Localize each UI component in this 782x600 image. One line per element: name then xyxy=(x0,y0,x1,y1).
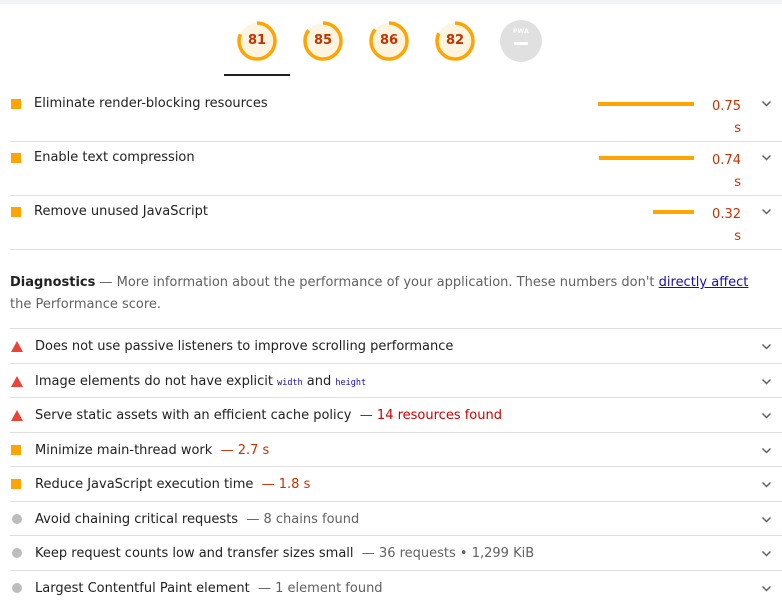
display-value-text: 36 requests • 1,299 KiB xyxy=(378,546,535,561)
gauge-score: 86 xyxy=(379,33,399,48)
chevron-down-icon[interactable] xyxy=(761,445,772,456)
diagnostic-row[interactable]: Keep request counts low and transfer siz… xyxy=(10,536,782,571)
fail-triangle-icon xyxy=(11,410,23,421)
info-circle-icon xyxy=(12,513,22,524)
average-square-icon xyxy=(11,99,21,109)
chevron-down-icon[interactable] xyxy=(761,98,772,109)
diagnostic-title-text: Image elements do not have explicit xyxy=(35,373,278,389)
code-width: width xyxy=(277,377,303,388)
chevron-down-icon[interactable] xyxy=(761,410,772,421)
chevron-down-icon[interactable] xyxy=(761,583,772,594)
info-circle-icon xyxy=(12,548,22,558)
diagnostic-row[interactable]: Avoid chaining critical requests — 8 cha… xyxy=(10,502,782,536)
display-value-text: 2.7 s xyxy=(237,442,270,458)
separator-dash: — xyxy=(359,408,373,423)
diagnostics-heading: Diagnostics xyxy=(10,275,96,290)
diagnostic-display-value: — 36 requests • 1,299 KiB xyxy=(354,546,535,561)
diagnostic-display-value: — 8 chains found xyxy=(238,512,359,527)
diagnostic-title-text: Minimize main-thread work xyxy=(35,442,213,458)
separator-dash: — xyxy=(361,546,375,561)
diagnostic-row[interactable]: Minimize main-thread work — 2.7 s xyxy=(10,433,782,467)
separator-dash: — xyxy=(261,477,275,492)
diagnostic-title-text: Keep request counts low and transfer siz… xyxy=(35,546,354,561)
diagnostic-title-text: Serve static assets with an efficient ca… xyxy=(35,408,352,423)
opportunity-title: Enable text compression xyxy=(34,150,195,165)
separator-dash: — xyxy=(220,442,234,458)
chevron-down-icon[interactable] xyxy=(761,514,772,525)
gauge-score: 85 xyxy=(313,33,333,48)
opportunity-row[interactable]: Remove unused JavaScript 0.32 s xyxy=(10,196,782,250)
directly-affect-link[interactable]: directly affect xyxy=(659,275,749,290)
average-square-icon xyxy=(11,479,21,489)
savings-bar xyxy=(653,210,694,214)
diagnostic-title: Avoid chaining critical requests — 8 cha… xyxy=(35,512,359,527)
diagnostic-title: Largest Contentful Paint element — 1 ele… xyxy=(35,581,383,596)
diagnostics-text-before: — More information about the performance… xyxy=(95,275,659,290)
chevron-down-icon[interactable] xyxy=(761,376,772,387)
chevron-down-icon[interactable] xyxy=(761,548,772,559)
active-gauge-underline xyxy=(224,74,290,76)
gauge-score: 81 xyxy=(247,33,267,48)
average-square-icon xyxy=(11,444,21,455)
average-square-icon xyxy=(11,207,21,217)
display-value-text: 14 resources found xyxy=(376,408,502,423)
gauge-performance[interactable]: 81 xyxy=(236,20,278,62)
opportunity-row[interactable]: Enable text compression 0.74 s xyxy=(10,142,782,196)
info-circle-icon xyxy=(12,582,22,593)
separator-dash: — xyxy=(258,580,272,596)
chevron-down-icon[interactable] xyxy=(761,341,772,352)
diagnostic-title-text: Largest Contentful Paint element xyxy=(35,580,250,596)
diagnostic-display-value: — 14 resources found xyxy=(352,408,502,423)
score-header: 81 85 86 82 PWA xyxy=(0,0,782,76)
opportunity-row[interactable]: Eliminate render-blocking resources 0.75… xyxy=(10,88,782,142)
fail-triangle-icon xyxy=(11,341,23,352)
diagnostic-row[interactable]: Does not use passive listeners to improv… xyxy=(10,329,782,364)
chevron-down-icon[interactable] xyxy=(761,206,772,217)
code-height: height xyxy=(335,377,367,388)
pwa-dash-icon xyxy=(514,42,528,45)
diagnostic-display-value: — 1 element found xyxy=(250,581,383,596)
separator-dash: — xyxy=(246,511,260,527)
gauge-best-practices[interactable]: 86 xyxy=(368,20,410,62)
opportunity-title: Remove unused JavaScript xyxy=(34,204,208,219)
gauges-row: 81 85 86 82 PWA xyxy=(0,20,782,62)
gauge-accessibility[interactable]: 85 xyxy=(302,20,344,62)
diagnostics-description: Diagnostics — More information about the… xyxy=(10,272,760,316)
diagnostic-title: Minimize main-thread work — 2.7 s xyxy=(35,443,269,458)
display-value-text: 1 element found xyxy=(275,580,383,596)
diagnostics-text-after: the Performance score. xyxy=(10,297,162,312)
display-value-text: 8 chains found xyxy=(263,511,360,527)
average-square-icon xyxy=(11,153,21,163)
diagnostic-title-text: Avoid chaining critical requests xyxy=(35,511,239,527)
diagnostic-row[interactable]: Image elements do not have explicit widt… xyxy=(10,364,782,398)
savings-value: 0.32 s xyxy=(712,207,741,244)
diagnostic-display-value: — 2.7 s xyxy=(212,442,270,458)
diagnostic-title-text: Does not use passive listeners to improv… xyxy=(35,339,454,354)
diagnostic-row[interactable]: Largest Contentful Paint element — 1 ele… xyxy=(10,571,782,600)
diagnostic-display-value: — 1.8 s xyxy=(253,477,311,492)
diagnostic-title: Keep request counts low and transfer siz… xyxy=(35,546,534,561)
diagnostic-title: Does not use passive listeners to improv… xyxy=(35,339,453,354)
diagnostic-row[interactable]: Serve static assets with an efficient ca… xyxy=(10,398,782,433)
header-edge xyxy=(0,0,782,4)
diagnostic-title-mid: and xyxy=(302,373,336,389)
display-value-text: 1.8 s xyxy=(278,477,311,492)
diagnostic-row[interactable]: Reduce JavaScript execution time — 1.8 s xyxy=(10,467,782,502)
chevron-down-icon[interactable] xyxy=(761,152,772,163)
savings-value: 0.75 s xyxy=(712,99,741,136)
chevron-down-icon[interactable] xyxy=(761,479,772,490)
opportunity-title: Eliminate render-blocking resources xyxy=(34,96,268,111)
savings-bar xyxy=(599,156,694,160)
pwa-label: PWA xyxy=(513,28,529,35)
diagnostic-title: Serve static assets with an efficient ca… xyxy=(35,408,502,423)
savings-bar xyxy=(598,102,694,106)
diagnostic-title: Reduce JavaScript execution time — 1.8 s xyxy=(35,477,310,492)
gauge-score: 82 xyxy=(445,33,465,48)
savings-value: 0.74 s xyxy=(712,153,741,190)
fail-triangle-icon xyxy=(11,375,23,387)
diagnostic-title: Image elements do not have explicit widt… xyxy=(35,374,366,389)
gauge-seo[interactable]: 82 xyxy=(434,20,476,62)
gauge-pwa[interactable]: PWA xyxy=(500,20,542,62)
diagnostic-title-text: Reduce JavaScript execution time xyxy=(35,477,254,492)
